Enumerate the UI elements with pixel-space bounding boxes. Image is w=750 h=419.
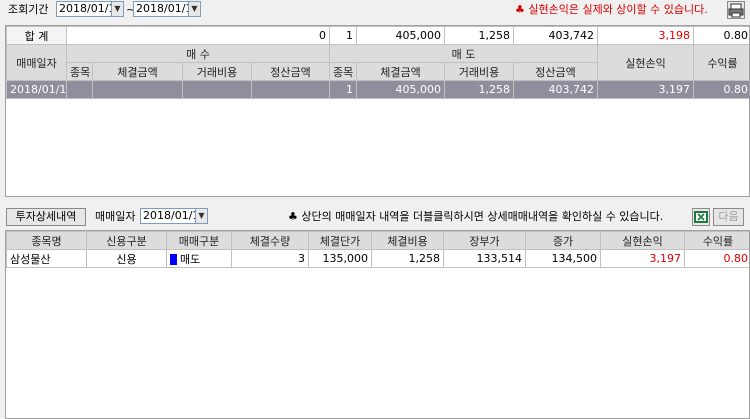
investment-detail-button[interactable]: 투자상세내역 <box>6 208 86 226</box>
detail-header-side: 매매구분 <box>166 231 232 250</box>
next-button[interactable]: 다음 <box>713 208 744 226</box>
double-click-hint: ♣ 상단의 매매일자 내역을 더블클릭하시면 상세매매내역을 확인하실 수 있습… <box>288 210 664 223</box>
detail-credit: 신용 <box>86 249 167 268</box>
detail-qty: 3 <box>231 249 309 268</box>
header-sell-stock: 종목 <box>329 62 357 81</box>
row-sell-settle: 403,742 <box>513 80 598 99</box>
row-buy-count <box>66 80 93 99</box>
total-sell-amount: 405,000 <box>356 26 445 45</box>
row-buy-cost <box>182 80 252 99</box>
row-date: 2018/01/15 <box>6 80 67 99</box>
detail-side: 매도 <box>180 252 201 266</box>
detail-header-cost: 체결비용 <box>371 231 444 250</box>
detail-header-name: 종목명 <box>6 231 87 250</box>
date-from-dropdown-icon[interactable]: ▼ <box>111 1 124 17</box>
detail-stock-name: 삼성물산 <box>6 249 87 268</box>
summary-grid: 합 계 0 1 405,000 1,258 403,742 3,198 0.80… <box>5 25 750 197</box>
total-buy-amount: 0 <box>66 26 330 45</box>
total-label: 합 계 <box>6 26 67 45</box>
trade-date-field[interactable]: 2018/01/15 <box>140 208 206 224</box>
period-label: 조회기간 <box>8 3 49 16</box>
header-date: 매매일자 <box>6 44 67 81</box>
detail-cost: 1,258 <box>371 249 444 268</box>
summary-total-row: 합 계 0 1 405,000 1,258 403,742 3,198 0.80 <box>6 26 749 45</box>
date-to-dropdown-icon[interactable]: ▼ <box>188 1 201 17</box>
detail-header-incr: 증가 <box>525 231 601 250</box>
row-buy-settle <box>251 80 330 99</box>
detail-book: 133,514 <box>443 249 526 268</box>
header-buy-amount: 체결금액 <box>92 62 183 81</box>
header-buy: 매 수 <box>66 44 330 63</box>
detail-rate: 0.80 <box>684 249 749 268</box>
trade-date-dropdown-icon[interactable]: ▼ <box>195 208 208 224</box>
header-sell-cost: 거래비용 <box>444 62 514 81</box>
table-row[interactable]: 2018/01/15 1 405,000 1,258 403,742 3,197… <box>6 80 749 99</box>
detail-price: 135,000 <box>308 249 372 268</box>
detail-header-row: 종목명 신용구분 매매구분 체결수량 체결단가 체결비용 장부가 증가 실현손익… <box>6 231 749 250</box>
total-sell-cost: 1,258 <box>444 26 514 45</box>
detail-header-qty: 체결수량 <box>231 231 309 250</box>
summary-header-row: 매매일자 매 수 매 도 실현손익 수익률 <box>6 44 749 81</box>
row-profit: 3,197 <box>597 80 694 99</box>
detail-header-rate: 수익률 <box>684 231 749 250</box>
header-buy-cost: 거래비용 <box>182 62 252 81</box>
trade-date-label: 매매일자 <box>95 210 136 223</box>
total-sell-settle: 403,742 <box>513 26 598 45</box>
header-sell-settle: 정산금액 <box>513 62 598 81</box>
header-buy-settle: 정산금액 <box>251 62 330 81</box>
sell-marker-icon <box>170 253 177 265</box>
detail-header-book: 장부가 <box>443 231 526 250</box>
profit-warning: ♣ 실현손익은 실제와 상이할 수 있습니다. <box>515 3 708 16</box>
header-rate: 수익률 <box>693 44 749 81</box>
detail-header-profit: 실현손익 <box>600 231 685 250</box>
row-sell-cost: 1,258 <box>444 80 514 99</box>
row-sell-amount: 405,000 <box>356 80 445 99</box>
header-profit: 실현손익 <box>597 44 694 81</box>
detail-profit: 3,197 <box>600 249 685 268</box>
print-icon[interactable] <box>727 1 745 19</box>
row-sell-count: 1 <box>329 80 357 99</box>
excel-icon[interactable] <box>692 208 710 226</box>
date-from-field[interactable]: 2018/01/15 <box>56 1 122 17</box>
row-rate: 0.80 <box>693 80 749 99</box>
header-buy-stock: 종목 <box>66 62 93 81</box>
table-row[interactable]: 삼성물산 신용 매도 3 135,000 1,258 133,514 134,5… <box>6 249 749 268</box>
detail-header-price: 체결단가 <box>308 231 372 250</box>
row-buy-amount <box>92 80 183 99</box>
detail-incr: 134,500 <box>525 249 601 268</box>
detail-header-credit: 신용구분 <box>86 231 167 250</box>
date-to-field[interactable]: 2018/01/15 <box>133 1 199 17</box>
detail-grid: 종목명 신용구분 매매구분 체결수량 체결단가 체결비용 장부가 증가 실현손익… <box>5 230 750 419</box>
header-sell: 매 도 <box>329 44 598 63</box>
header-sell-amount: 체결금액 <box>356 62 445 81</box>
total-sell-qty: 1 <box>329 26 357 45</box>
total-rate: 0.80 <box>693 26 749 45</box>
total-profit: 3,198 <box>597 26 694 45</box>
detail-side-cell: 매도 <box>166 249 232 268</box>
